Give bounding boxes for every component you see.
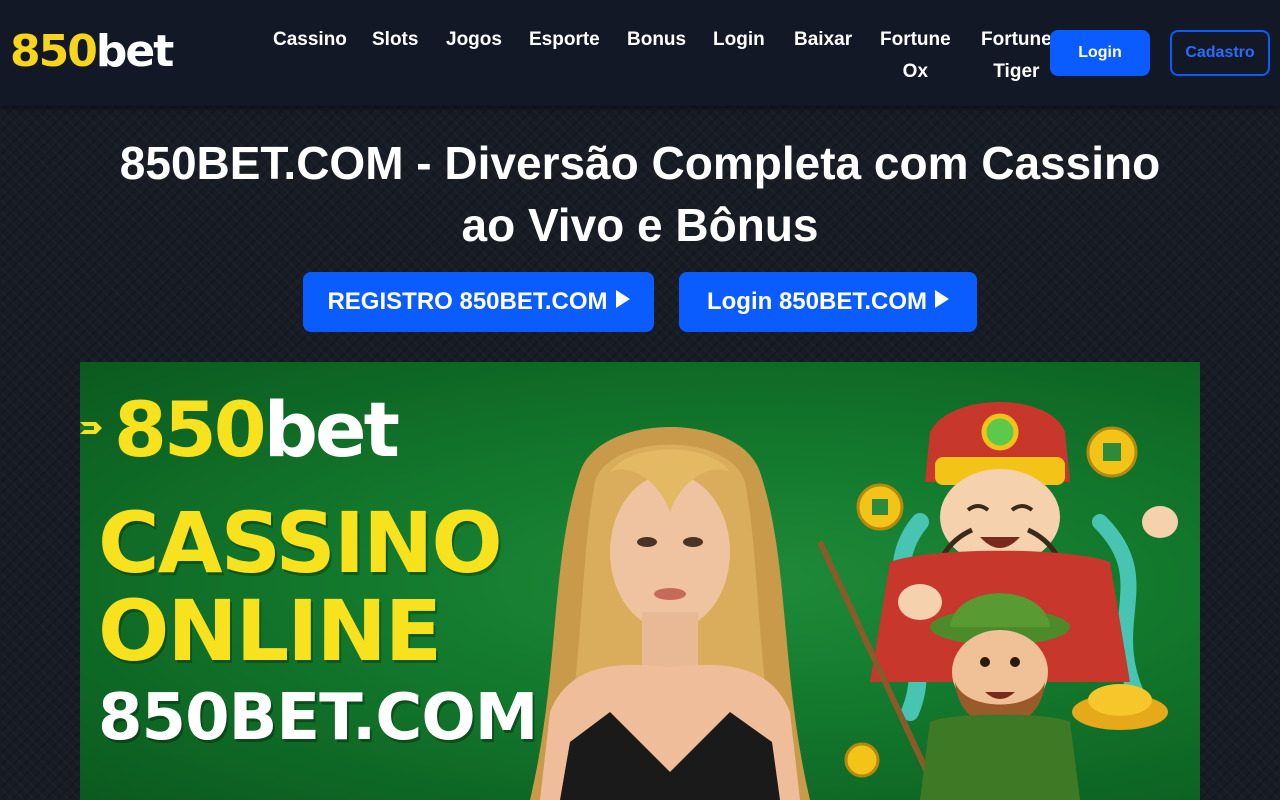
play-arrow-icon: [935, 290, 950, 314]
play-arrow-icon: [615, 290, 630, 314]
banner-logo-number: 850: [114, 385, 267, 474]
banner-domain: 850BET.COM: [98, 681, 538, 755]
nav-fortune-ox-line2: Ox: [902, 61, 929, 82]
nav-esporte[interactable]: Esporte: [529, 24, 600, 56]
promo-banner[interactable]: 850bet CASSINO ONLINE 850BET.COM: [80, 362, 1200, 800]
nav-fortune-tiger-line2: Tiger: [993, 61, 1040, 82]
nav-slots[interactable]: Slots: [372, 24, 418, 56]
nav-fortune-ox-line1: Fortune: [880, 29, 951, 50]
nav-cassino[interactable]: Cassino: [273, 24, 347, 56]
nav-jogos[interactable]: Jogos: [446, 24, 502, 56]
register-cta-label: REGISTRO 850BET.COM: [327, 288, 608, 315]
top-navbar: 850bet Cassino Slots Jogos Esporte Bonus…: [0, 0, 1280, 106]
login-button[interactable]: Login: [1050, 30, 1150, 76]
mascots-illustration: [817, 402, 1178, 800]
banner-headline-line1: CASSINO: [98, 494, 503, 592]
nav-fortune-tiger[interactable]: Fortune Tiger: [981, 24, 1052, 88]
banner-headline-line2: ONLINE: [98, 582, 442, 680]
login-cta-button[interactable]: Login 850BET.COM: [679, 272, 977, 332]
page-title-line1: 850BET.COM - Diversão Completa com Cassi…: [119, 137, 1161, 189]
nav-baixar[interactable]: Baixar: [794, 24, 852, 56]
logo-number: 850: [10, 26, 98, 77]
banner-logo-word: bet: [263, 385, 400, 474]
banner-logo: 850bet: [114, 382, 400, 478]
nav-fortune-tiger-line1: Fortune: [981, 29, 1052, 50]
cadastro-button[interactable]: Cadastro: [1170, 30, 1270, 76]
page-title: 850BET.COM - Diversão Completa com Cassi…: [60, 132, 1220, 256]
woman-illustration: [530, 427, 810, 800]
nav-login[interactable]: Login: [713, 24, 765, 56]
banner-arrow-icon: [80, 422, 102, 434]
nav-bonus[interactable]: Bonus: [627, 24, 686, 56]
nav-fortune-ox[interactable]: Fortune Ox: [880, 24, 951, 88]
register-cta-button[interactable]: REGISTRO 850BET.COM: [303, 272, 654, 332]
login-cta-label: Login 850BET.COM: [706, 288, 928, 315]
site-logo[interactable]: 850bet: [10, 24, 174, 80]
page-title-line2: ao Vivo e Bônus: [461, 199, 819, 251]
logo-word: bet: [95, 26, 174, 77]
